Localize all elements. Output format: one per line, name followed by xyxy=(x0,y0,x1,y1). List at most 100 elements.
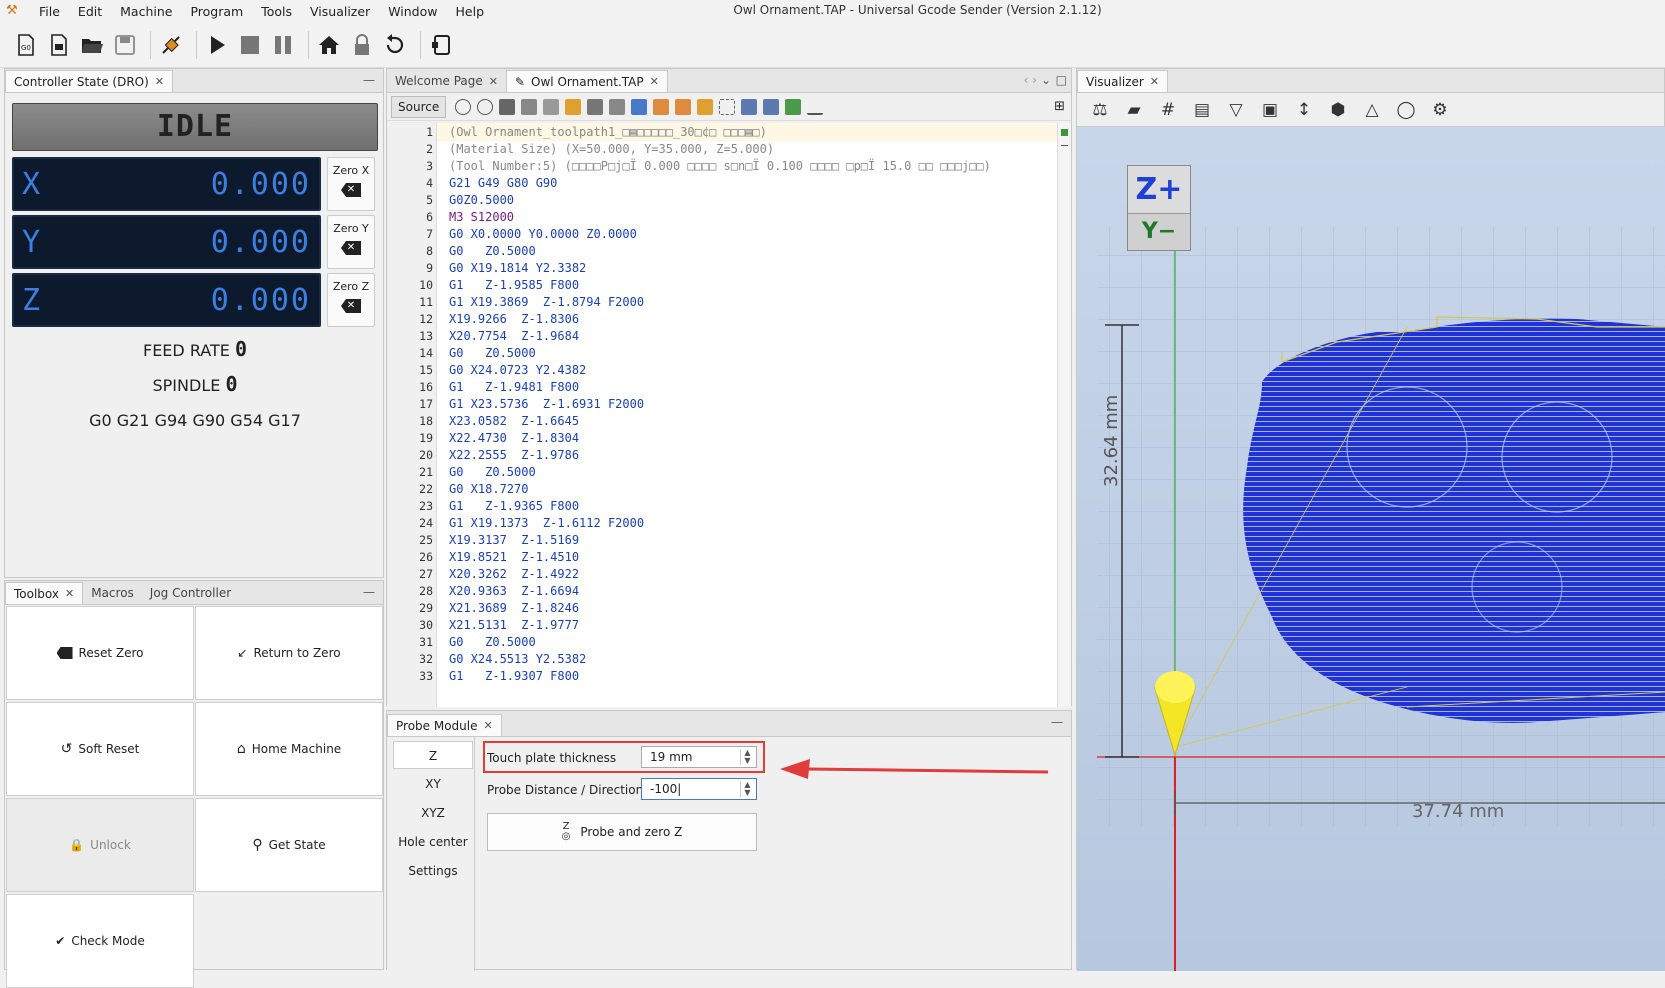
code-line[interactable]: X20.7754 Z-1.9684 xyxy=(449,329,579,343)
code-line[interactable]: (Owl Ornament_toolpath1_□▤□□□□□_30□¢□ □□… xyxy=(449,125,767,139)
zoom-fit-icon[interactable]: ▣ xyxy=(1257,97,1283,123)
menu-file[interactable]: File xyxy=(30,4,69,19)
shift-left-icon[interactable] xyxy=(741,98,758,115)
code-line[interactable]: G21 G49 G80 G90 xyxy=(449,176,557,190)
play-icon[interactable] xyxy=(203,31,231,59)
code-line[interactable]: X22.2555 Z-1.9786 xyxy=(449,448,579,462)
probe-mode-xyz[interactable]: XYZ xyxy=(393,799,473,827)
code-line[interactable]: G0Z0.5000 xyxy=(449,193,514,207)
find-selection-icon[interactable] xyxy=(697,98,714,115)
axis-value[interactable]: 0.000 xyxy=(211,167,311,202)
probe-mode-xy[interactable]: XY xyxy=(393,770,473,798)
axis-value[interactable]: 0.000 xyxy=(211,225,311,260)
tab-visualizer[interactable]: Visualizer ✕ xyxy=(1077,70,1168,92)
code-line[interactable]: G0 X18.7270 xyxy=(449,482,528,496)
menu-help[interactable]: Help xyxy=(447,4,494,19)
code-area[interactable]: 1 2 3 4 5 6 7 8 9 10 11 12 13 14 15 16 17 18 19 20 21 22 23 24 2… xyxy=(387,123,1059,707)
stop-icon[interactable] xyxy=(236,31,264,59)
warning-icon[interactable]: △ xyxy=(1359,97,1385,123)
new-gcode-icon[interactable]: G0 xyxy=(12,31,40,59)
probe-mode-settings[interactable]: Settings xyxy=(393,857,473,885)
shift-right-icon[interactable] xyxy=(763,98,780,115)
code-line[interactable]: X21.3689 Z-1.8246 xyxy=(449,601,579,615)
menu-visualizer[interactable]: Visualizer xyxy=(301,4,379,19)
minimize-icon[interactable]: — xyxy=(363,73,375,87)
code-line[interactable]: G0 X24.0723 Y2.4382 xyxy=(449,363,586,377)
editor-scrollbar[interactable] xyxy=(1057,123,1071,707)
code-line[interactable]: X20.9363 Z-1.6694 xyxy=(449,584,579,598)
grid-icon[interactable]: # xyxy=(1155,97,1181,123)
bookmark-icon[interactable] xyxy=(565,98,582,115)
menu-machine[interactable]: Machine xyxy=(111,4,181,19)
tab-scroll-left-icon[interactable]: ‹ › xyxy=(1024,73,1037,87)
find-selection-icon[interactable] xyxy=(499,98,516,115)
code-line[interactable]: G1 X19.3869 Z-1.8794 F2000 xyxy=(449,295,644,309)
tool-icon[interactable]: ▽ xyxy=(1223,97,1249,123)
probe-mode-z[interactable]: Z xyxy=(393,741,473,769)
prev-bookmark-icon[interactable] xyxy=(587,98,604,115)
home-icon[interactable] xyxy=(315,31,343,59)
ruler-icon[interactable]: ▤ xyxy=(1189,97,1215,123)
find-prev-icon[interactable] xyxy=(653,98,670,115)
close-icon[interactable]: ✕ xyxy=(1150,75,1159,88)
get-state-button[interactable]: ⚲ Get State xyxy=(195,798,383,892)
maximize-icon[interactable]: □ xyxy=(1056,73,1067,87)
code-line[interactable]: G0 Z0.5000 xyxy=(449,465,536,479)
tab-jog-controller[interactable]: Jog Controller xyxy=(142,582,239,604)
code-line[interactable]: (Tool Number:5) (□□□□P□j□Ï 0.000 □□□□ s□… xyxy=(449,159,991,173)
close-icon[interactable]: ✕ xyxy=(650,75,659,88)
code-line[interactable]: X20.3262 Z-1.4922 xyxy=(449,567,579,581)
code-line[interactable]: X21.5131 Z-1.9777 xyxy=(449,618,579,632)
close-icon[interactable]: ✕ xyxy=(155,75,164,88)
lock-icon[interactable] xyxy=(348,31,376,59)
plane-icon[interactable]: ▰ xyxy=(1121,97,1147,123)
cube-icon[interactable]: ⬢ xyxy=(1325,97,1351,123)
code-line[interactable]: G0 X19.1814 Y2.3382 xyxy=(449,261,586,275)
return-to-zero-button[interactable]: ↙ Return to Zero xyxy=(195,606,383,700)
reset-icon[interactable] xyxy=(381,31,409,59)
spinner-icon[interactable]: ▲ ▼ xyxy=(740,749,754,765)
search-icon[interactable] xyxy=(631,98,648,115)
menu-program[interactable]: Program xyxy=(181,4,252,19)
axis-value[interactable]: 0.000 xyxy=(211,283,311,318)
start-macro-icon[interactable] xyxy=(785,98,802,115)
save-icon[interactable] xyxy=(111,31,139,59)
zero-y-button[interactable]: Zero Y ✕ xyxy=(327,215,375,269)
probe-and-zero-z-button[interactable]: Z ◎ Probe and zero Z xyxy=(487,813,757,851)
connect-icon[interactable] xyxy=(157,31,185,59)
settings-icon[interactable] xyxy=(427,31,455,59)
probe-mode-hole-center[interactable]: Hole center xyxy=(393,828,473,856)
check-mode-button[interactable]: ✔ Check Mode xyxy=(6,894,194,988)
zero-x-button[interactable]: Zero X ✕ xyxy=(327,157,375,211)
dimensions-icon[interactable]: ↕ xyxy=(1291,97,1317,123)
history-forward-icon[interactable] xyxy=(477,98,494,115)
code-line[interactable]: G1 Z-1.9585 F800 xyxy=(449,278,579,292)
plugin-icon[interactable]: ⚙ xyxy=(1427,97,1453,123)
code-line[interactable]: G0 Z0.5000 xyxy=(449,346,536,360)
tab-list-icon[interactable]: ⌄ xyxy=(1041,73,1051,87)
tab-probe-module[interactable]: Probe Module ✕ xyxy=(387,714,502,736)
code-line[interactable]: G1 X19.1373 Z-1.6112 F2000 xyxy=(449,516,644,530)
code-line[interactable]: X22.4730 Z-1.8304 xyxy=(449,431,579,445)
next-bookmark-icon[interactable] xyxy=(609,98,626,115)
code-line[interactable]: (Material Size) (X=50.000, Y=35.000, Z=5… xyxy=(449,142,774,156)
probe-distance-input[interactable]: -100| ▲ ▼ xyxy=(641,778,757,800)
spinner-icon[interactable]: ▲ ▼ xyxy=(740,781,754,797)
history-back-icon[interactable] xyxy=(455,98,472,115)
toggle-icon[interactable] xyxy=(543,98,560,115)
view-cube-front[interactable]: Y− xyxy=(1128,214,1190,250)
visualizer-canvas[interactable]: 32.64 mm 37.74 mm Z+ Y− xyxy=(1077,127,1665,971)
minimize-icon[interactable]: — xyxy=(1051,715,1063,729)
copy-icon[interactable] xyxy=(521,98,538,115)
find-next-icon[interactable] xyxy=(675,98,692,115)
touch-plate-input[interactable]: 19 mm ▲ ▼ xyxy=(641,746,757,768)
tab-welcome-page[interactable]: Welcome Page ✕ xyxy=(387,70,506,92)
code-line[interactable]: X19.8521 Z-1.4510 xyxy=(449,550,579,564)
soft-reset-button[interactable]: ↺ Soft Reset xyxy=(6,702,194,796)
toggle-highlight-icon[interactable] xyxy=(719,98,736,115)
tab-macros[interactable]: Macros xyxy=(83,582,142,604)
pause-icon[interactable] xyxy=(269,31,297,59)
menu-tools[interactable]: Tools xyxy=(252,4,301,19)
code-line[interactable]: G1 Z-1.9365 F800 xyxy=(449,499,579,513)
code-line[interactable]: X19.9266 Z-1.8306 xyxy=(449,312,579,326)
